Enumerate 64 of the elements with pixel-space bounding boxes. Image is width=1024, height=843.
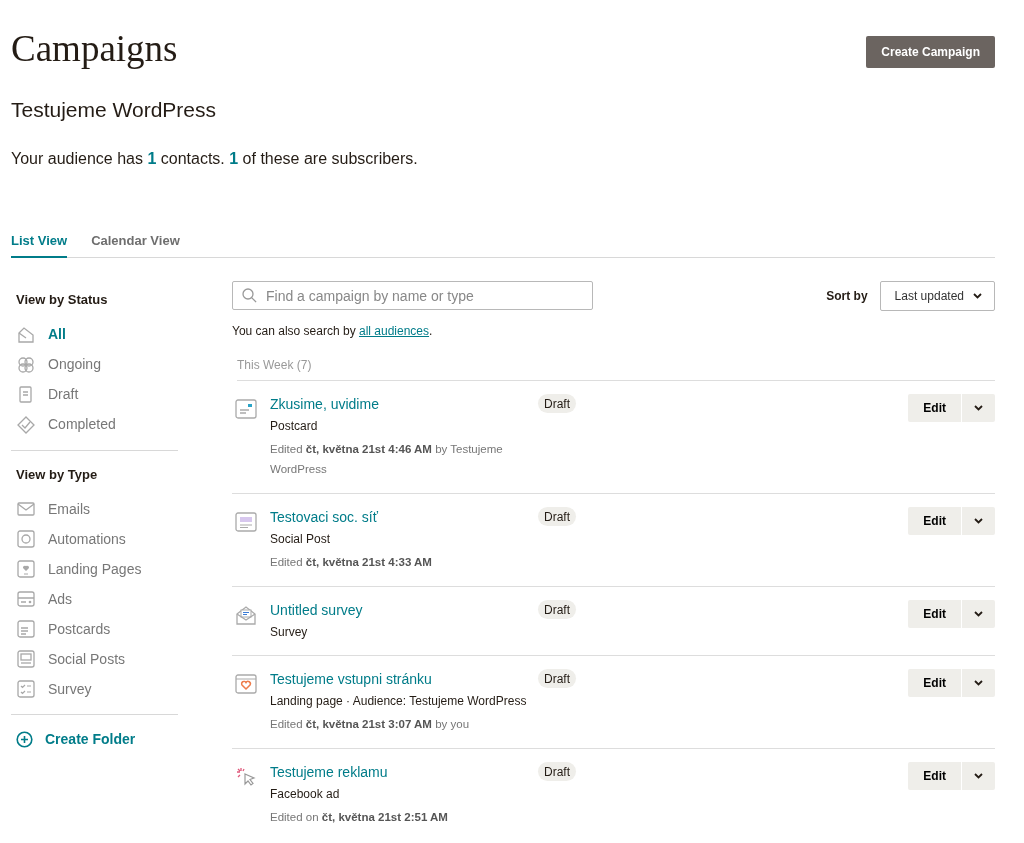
more-actions-button[interactable]: [962, 394, 995, 423]
caret-icon: [974, 611, 983, 618]
sidebar-item[interactable]: Ads: [11, 584, 178, 615]
sidebar-item[interactable]: Postcards: [11, 614, 178, 645]
edited-info: Edited čt, května 21st 3:07 AM by you: [270, 717, 471, 733]
caret-icon: [974, 680, 983, 687]
view-tab[interactable]: List View: [11, 230, 68, 259]
status-badge: Draft: [538, 394, 576, 414]
audience-summary: Your audience has 1 contacts. 1 of these are subscribers.: [11, 148, 419, 169]
caret-icon: [974, 518, 983, 525]
sort-dropdown[interactable]: Last updated: [879, 281, 995, 312]
more-actions-button[interactable]: [962, 507, 995, 536]
completed-icon: [16, 414, 36, 435]
edit-button[interactable]: Edit: [908, 600, 961, 629]
campaign-type: Survey: [270, 624, 309, 642]
status-badge: Draft: [538, 600, 576, 620]
campaign-type: Social Post: [270, 531, 332, 549]
sidebar-item[interactable]: Completed: [11, 409, 178, 440]
group-heading: This Week (7): [237, 356, 995, 382]
sidebar-heading: View by Status: [16, 291, 109, 310]
campaign-type: Landing page · Audience: Testujeme WordPress: [270, 693, 528, 711]
audience-name: Testujeme WordPress: [11, 97, 218, 124]
search-field[interactable]: Find a campaign by name or type: [232, 281, 593, 311]
page-title: Campaigns: [11, 27, 178, 71]
caret-icon: [973, 293, 982, 300]
create-campaign-button[interactable]: Create Campaign: [866, 36, 995, 68]
plus-circle-icon: [16, 731, 33, 749]
create-folder-button[interactable]: Create Folder: [11, 729, 136, 751]
sidebar-item[interactable]: Ongoing: [11, 349, 178, 380]
more-actions-button[interactable]: [962, 600, 995, 629]
sidebar-item[interactable]: Emails: [11, 494, 178, 525]
sort-label: Sort by: [826, 288, 868, 306]
edit-button[interactable]: Edit: [908, 669, 961, 698]
more-actions-button[interactable]: [962, 762, 995, 791]
campaign-type: Facebook ad: [270, 786, 341, 804]
caret-icon: [974, 405, 983, 412]
campaign-name-link[interactable]: Testujeme vstupni stránku: [270, 669, 432, 691]
status-badge: Draft: [538, 669, 576, 689]
edit-button[interactable]: Edit: [908, 507, 961, 536]
campaign-name-link[interactable]: Testovaci soc. síť: [270, 507, 378, 529]
campaign-name-link[interactable]: Zkusime, uvidime: [270, 394, 379, 416]
caret-icon: [974, 773, 983, 780]
sidebar-item[interactable]: Automations: [11, 524, 178, 555]
search-hint: You can also search by all audiences.: [232, 323, 434, 341]
postcard-icon: [235, 397, 257, 420]
more-actions-button[interactable]: [962, 669, 995, 698]
sidebar-item[interactable]: Draft: [11, 379, 178, 410]
postcard-icon: [16, 619, 36, 640]
campaign-name-link[interactable]: Untitled survey: [270, 600, 363, 622]
sidebar-item[interactable]: Landing Pages: [11, 554, 178, 585]
status-badge: Draft: [538, 762, 576, 782]
sidebar-heading: View by Type: [16, 465, 99, 484]
campaign-name-link[interactable]: Testujeme reklamu: [270, 762, 388, 784]
edited-info: Edited čt, května 21st 4:33 AM: [270, 555, 433, 571]
edited-info: Edited on čt, května 21st 2:51 AM: [270, 810, 449, 826]
edit-button[interactable]: Edit: [908, 394, 961, 423]
edit-button[interactable]: Edit: [908, 762, 961, 791]
campaign-type: Postcard: [270, 418, 319, 436]
edited-info: Edited čt, května 21st 4:46 AM by Testujeme WordPress: [270, 442, 504, 478]
view-tab[interactable]: Calendar View: [91, 230, 180, 259]
sidebar-item[interactable]: All: [11, 319, 178, 350]
sidebar-item[interactable]: Social Posts: [11, 644, 178, 675]
sidebar-item[interactable]: Survey: [11, 674, 178, 705]
status-badge: Draft: [538, 507, 576, 527]
